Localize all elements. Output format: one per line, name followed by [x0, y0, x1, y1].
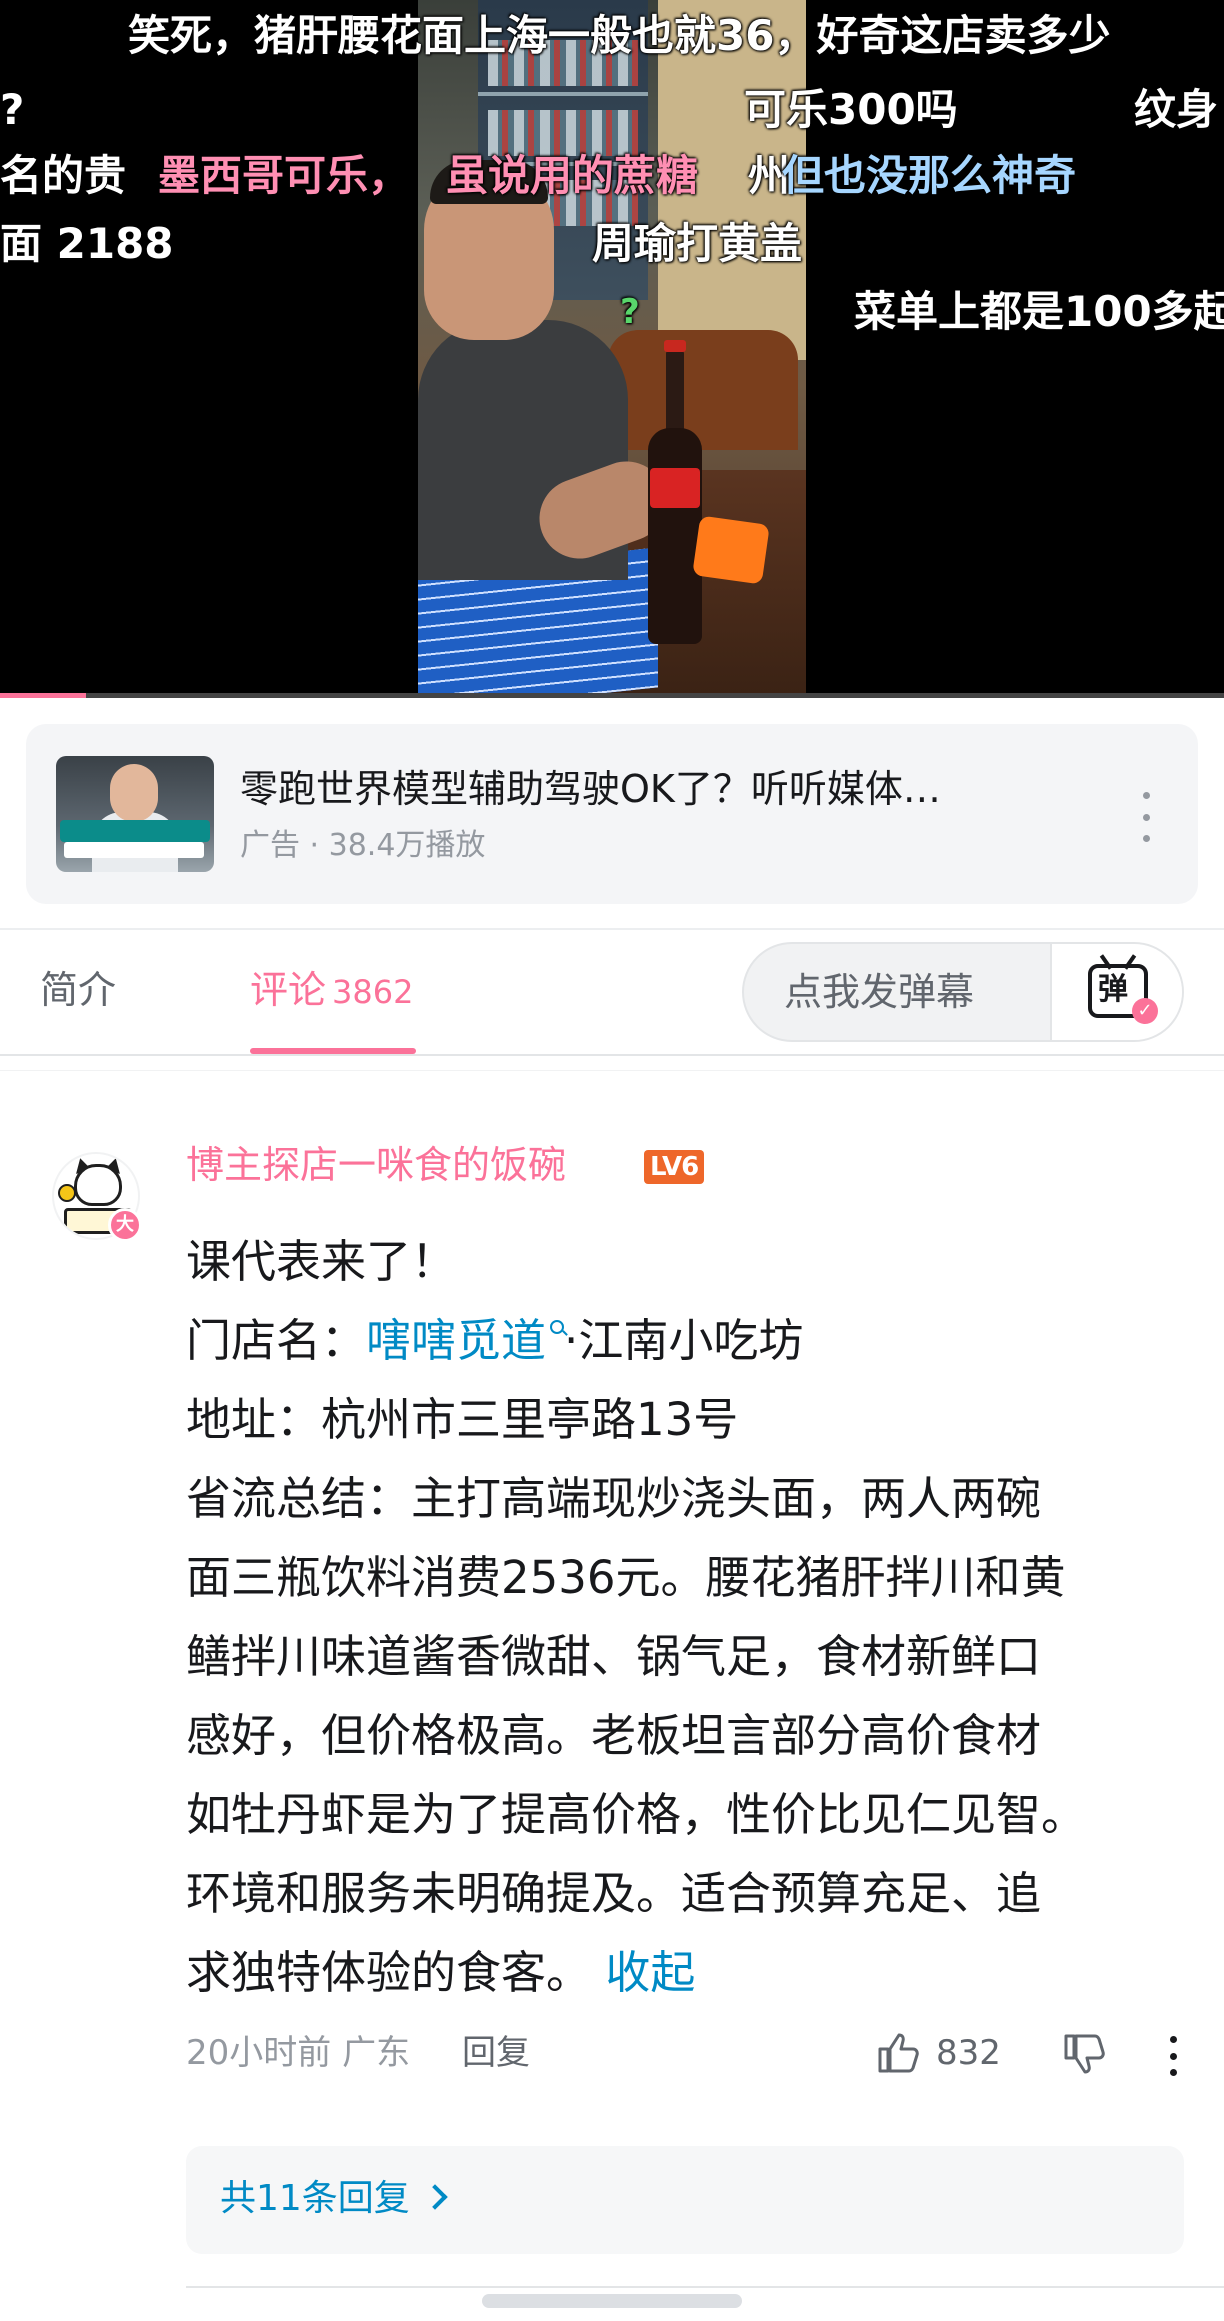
- comment-line: 面三瓶饮料消费2536元。腰花猪肝拌川和黄: [186, 1551, 1066, 1604]
- video-scene-shelf-line: [478, 92, 648, 96]
- comment-text: 课代表来了！ 门店名：嗐嗐觅道 ·江南小吃坊 地址：杭州市三里亭路13号 省流总结…: [186, 1222, 1196, 2012]
- danmaku-comment: 周瑜打黄盖: [592, 219, 803, 268]
- comment-line: 鳝拌川味道酱香微甜、锅气足，食材新鲜口: [186, 1630, 1042, 1683]
- ad-card[interactable]: 零跑世界模型辅助驾驶OK了？听听媒体… 广告 · 38.4万播放: [26, 724, 1198, 904]
- danmaku-input[interactable]: 点我发弹幕 弹 ✓: [742, 942, 1184, 1042]
- tab-comments-label: 评论: [250, 968, 327, 1012]
- video-scene-bottles: [488, 110, 638, 156]
- collapse-link[interactable]: 收起: [605, 1946, 695, 1999]
- comment-line: 课代表来了！: [186, 1235, 457, 1288]
- comment-line: 如牡丹虾是为了提高价格，性价比见仁见智。: [186, 1788, 1087, 1841]
- danmaku-input-placeholder: 点我发弹幕: [784, 970, 975, 1014]
- danmaku-comment: 菜单上都是100多起: [854, 287, 1224, 336]
- divider: [0, 1054, 1224, 1056]
- like-button[interactable]: 832: [874, 2026, 1001, 2080]
- comment-line: 环境和服务未明确提及。适合预算充足、追: [186, 1867, 1042, 1920]
- store-search-link[interactable]: 嗐嗐觅道: [366, 1314, 546, 1367]
- danmaku-settings-button[interactable]: 弹 ✓: [1050, 944, 1182, 1040]
- video-scene-cola-bottle: [648, 340, 702, 644]
- thumbs-down-icon: [1064, 2034, 1105, 2074]
- danmaku-comment: 墨西哥可乐，: [158, 151, 411, 200]
- danmaku-comment: 笑死，猪肝腰花面上海一般也就36，好奇这店卖多少: [128, 11, 1111, 60]
- comment-location: 广东: [342, 2033, 411, 2073]
- video-progress-fill: [0, 693, 86, 698]
- comment-time: 20小时前: [186, 2033, 332, 2073]
- comment-line: 省流总结：主打高端现炒浇头面，两人两碗: [186, 1472, 1042, 1525]
- danmaku-comment: ?: [620, 292, 640, 332]
- divider: [0, 1070, 1224, 1071]
- thumbs-up-icon: [878, 2033, 919, 2073]
- video-progress-track[interactable]: [0, 693, 1224, 698]
- check-icon: ✓: [1132, 998, 1158, 1024]
- tab-comments[interactable]: 评论 3862: [250, 966, 413, 1016]
- avatar-badge: 大: [108, 1208, 142, 1242]
- danmaku-comment: 可乐300吗: [744, 85, 958, 134]
- ad-meta: 广告 · 38.4万播放: [240, 828, 486, 863]
- tab-intro[interactable]: 简介: [40, 966, 116, 1014]
- comment-line: 门店名：嗐嗐觅道 ·江南小吃坊: [186, 1314, 804, 1367]
- search-icon: [550, 1320, 565, 1334]
- dislike-button[interactable]: [1060, 2030, 1112, 2082]
- danmaku-comment: 面 2188: [0, 219, 174, 268]
- danmaku-comment: ?: [0, 85, 25, 134]
- danmaku-comment: 虽说用的蔗糖: [446, 151, 699, 200]
- video-scene-chair: [608, 330, 798, 450]
- comment-username[interactable]: 博主探店一咪食的饭碗: [186, 1142, 566, 1188]
- ad-thumbnail[interactable]: [56, 756, 214, 872]
- danmaku-comment: 纹身: [1134, 85, 1219, 134]
- replies-link: 共11条回复: [220, 2176, 448, 2222]
- comment-meta: 20小时前 广东: [186, 2030, 410, 2076]
- video-player[interactable]: 笑死，猪肝腰花面上海一般也就36，好奇这店卖多少 ? 可乐300吗 纹身 名的贵…: [0, 0, 1224, 698]
- comment-line: 地址：杭州市三里亭路13号: [186, 1393, 739, 1446]
- view-replies-button[interactable]: 共11条回复: [186, 2146, 1184, 2254]
- reply-button[interactable]: 回复: [462, 2030, 530, 2076]
- level-badge: LV6: [644, 1150, 705, 1184]
- divider: [186, 2286, 1224, 2288]
- comment-line: 感好，但价格极高。老板坦言部分高价食材: [186, 1709, 1042, 1762]
- more-vertical-icon[interactable]: [1136, 792, 1156, 842]
- danmaku-comment: 但也没那么神奇: [782, 151, 1077, 200]
- ad-title[interactable]: 零跑世界模型辅助驾驶OK了？听听媒体…: [240, 766, 941, 812]
- danmaku-comment: 名的贵: [0, 151, 127, 200]
- more-vertical-icon[interactable]: [1166, 2036, 1180, 2076]
- home-indicator: [482, 2294, 742, 2308]
- comment-line: 求独特体验的食客。 收起: [186, 1946, 696, 1999]
- comments-count: 3862: [332, 973, 414, 1011]
- divider: [0, 928, 1224, 930]
- video-scene-phone: [692, 515, 770, 585]
- chevron-right-icon: [422, 2184, 448, 2210]
- like-count: 832: [936, 2033, 1001, 2073]
